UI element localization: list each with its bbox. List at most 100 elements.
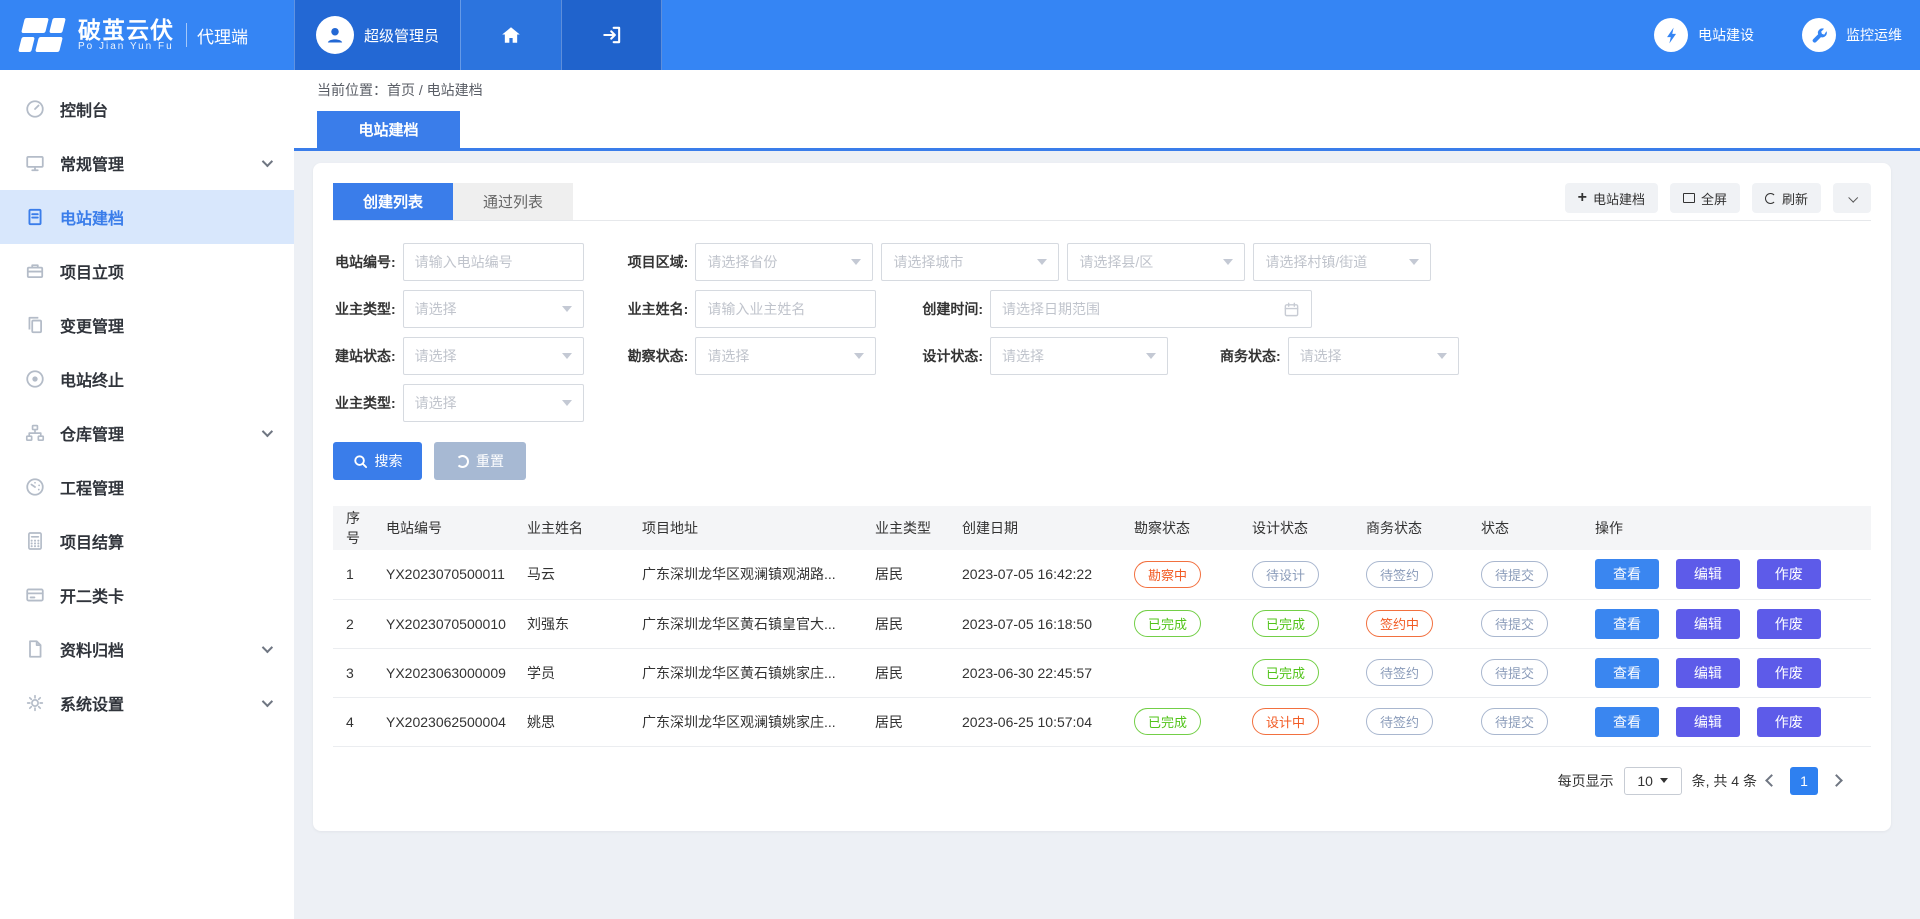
prev-page-button[interactable] bbox=[1765, 774, 1778, 787]
table-row: 4 YX2023062500004 姚思 广东深圳龙华区观澜镇姚家庄... 居民… bbox=[333, 697, 1871, 746]
void-button[interactable]: 作废 bbox=[1757, 707, 1821, 737]
void-button[interactable]: 作废 bbox=[1757, 609, 1821, 639]
portal-label: 代理端 bbox=[186, 23, 248, 48]
table-row: 2 YX2023070500010 刘强东 广东深圳龙华区黄石镇皇官大... 居… bbox=[333, 599, 1871, 648]
collapse-button[interactable] bbox=[1833, 183, 1871, 213]
home-button[interactable] bbox=[460, 0, 561, 70]
target-icon bbox=[24, 368, 46, 390]
survey-status-badge: 勘察中 bbox=[1134, 561, 1201, 588]
create-station-button[interactable]: + 电站建档 bbox=[1565, 183, 1658, 213]
business-status-badge: 待签约 bbox=[1366, 561, 1433, 588]
survey-status-select[interactable]: 请选择 bbox=[695, 337, 876, 375]
sidebar-item-warehouse[interactable]: 仓库管理 bbox=[0, 406, 294, 460]
caret-down-icon bbox=[562, 306, 572, 317]
owner-type-select[interactable]: 请选择 bbox=[403, 290, 584, 328]
search-button[interactable]: 搜索 bbox=[333, 442, 422, 480]
chevron-down-icon bbox=[1848, 192, 1858, 202]
owner-type2-select[interactable]: 请选择 bbox=[403, 384, 584, 422]
view-button[interactable]: 查看 bbox=[1595, 658, 1659, 688]
reset-icon bbox=[456, 455, 469, 468]
breadcrumb: 当前位置：首页 / 电站建档 bbox=[294, 70, 1920, 110]
edit-button[interactable]: 编辑 bbox=[1676, 658, 1740, 688]
logo: 破茧云伏 Po Jian Yun Fu 代理端 bbox=[0, 0, 294, 70]
view-button[interactable]: 查看 bbox=[1595, 707, 1659, 737]
page-number-1[interactable]: 1 bbox=[1790, 767, 1818, 795]
void-button[interactable]: 作废 bbox=[1757, 559, 1821, 589]
sidebar-item-settings[interactable]: 系统设置 bbox=[0, 676, 294, 730]
col-date: 创建日期 bbox=[949, 506, 1121, 550]
caret-down-icon bbox=[1037, 259, 1047, 270]
edit-button[interactable]: 编辑 bbox=[1676, 559, 1740, 589]
station-no-input[interactable] bbox=[403, 243, 584, 281]
sidebar-item-settlement[interactable]: 项目结算 bbox=[0, 514, 294, 568]
fullscreen-button[interactable]: 全屏 bbox=[1670, 183, 1740, 213]
total-label: 条, 共 4 条 bbox=[1692, 771, 1757, 791]
date-range-picker[interactable]: 请选择日期范围 bbox=[990, 290, 1312, 328]
col-address: 项目地址 bbox=[629, 506, 862, 550]
quick-link-build-label: 电站建设 bbox=[1698, 25, 1754, 45]
quick-link-build[interactable]: 电站建设 bbox=[1654, 0, 1754, 70]
filter-label-create-time: 创建时间: bbox=[922, 299, 983, 319]
design-status-badge: 已完成 bbox=[1252, 659, 1319, 686]
province-select[interactable]: 请选择省份 bbox=[695, 243, 873, 281]
sidebar-item-card[interactable]: 开二类卡 bbox=[0, 568, 294, 622]
page-size-select[interactable]: 10 bbox=[1624, 767, 1682, 795]
design-status-select[interactable]: 请选择 bbox=[990, 337, 1168, 375]
logout-icon bbox=[601, 24, 623, 46]
page-tab-station-archive[interactable]: 电站建档 bbox=[317, 111, 460, 148]
quick-link-ops[interactable]: 监控运维 bbox=[1802, 0, 1902, 70]
user-icon bbox=[324, 24, 346, 46]
sidebar-item-station-archive[interactable]: 电站建档 bbox=[0, 190, 294, 244]
chevron-down-icon bbox=[262, 426, 273, 437]
owner-name-input[interactable] bbox=[695, 290, 876, 328]
edit-button[interactable]: 编辑 bbox=[1676, 609, 1740, 639]
sidebar: 控制台 常规管理 电站建档 项目立项 变更管理 电站终止 仓库管理 工程管理 项… bbox=[0, 70, 294, 919]
next-page-button[interactable] bbox=[1830, 774, 1843, 787]
status-badge: 待提交 bbox=[1481, 610, 1548, 637]
sidebar-item-general[interactable]: 常规管理 bbox=[0, 136, 294, 190]
filter-label-survey-status: 勘察状态: bbox=[628, 346, 689, 366]
view-button[interactable]: 查看 bbox=[1595, 559, 1659, 589]
search-icon bbox=[353, 454, 368, 469]
filter-label-station-no: 电站编号: bbox=[335, 252, 396, 272]
user-menu[interactable]: 超级管理员 bbox=[294, 0, 460, 70]
void-button[interactable]: 作废 bbox=[1757, 658, 1821, 688]
filter-label-owner-type: 业主类型: bbox=[335, 299, 396, 319]
sidebar-item-project-initiation[interactable]: 项目立项 bbox=[0, 244, 294, 298]
business-status-select[interactable]: 请选择 bbox=[1288, 337, 1459, 375]
business-status-badge: 签约中 bbox=[1366, 610, 1433, 637]
pagination: 每页显示 10 条, 共 4 条 1 bbox=[333, 767, 1841, 795]
sidebar-item-archive[interactable]: 资料归档 bbox=[0, 622, 294, 676]
edit-button[interactable]: 编辑 bbox=[1676, 707, 1740, 737]
city-select[interactable]: 请选择城市 bbox=[881, 243, 1059, 281]
caret-down-icon bbox=[1660, 778, 1668, 787]
logout-button[interactable] bbox=[561, 0, 662, 70]
calendar-icon bbox=[1283, 301, 1300, 318]
status-badge: 待提交 bbox=[1481, 659, 1548, 686]
sidebar-item-engineering[interactable]: 工程管理 bbox=[0, 460, 294, 514]
chevron-down-icon bbox=[262, 696, 273, 707]
reset-button[interactable]: 重置 bbox=[434, 442, 526, 480]
tab-passed-list[interactable]: 通过列表 bbox=[453, 183, 573, 220]
refresh-button[interactable]: 刷新 bbox=[1752, 183, 1821, 213]
dashboard-icon bbox=[24, 98, 46, 120]
col-actions: 操作 bbox=[1582, 506, 1871, 550]
sidebar-item-console[interactable]: 控制台 bbox=[0, 82, 294, 136]
sidebar-item-station-termination[interactable]: 电站终止 bbox=[0, 352, 294, 406]
logo-subtitle: Po Jian Yun Fu bbox=[78, 42, 174, 53]
home-icon bbox=[500, 24, 522, 46]
chevron-down-icon bbox=[262, 156, 273, 167]
town-select[interactable]: 请选择村镇/街道 bbox=[1253, 243, 1431, 281]
view-button[interactable]: 查看 bbox=[1595, 609, 1659, 639]
build-status-select[interactable]: 请选择 bbox=[403, 337, 584, 375]
design-status-badge: 设计中 bbox=[1252, 708, 1319, 735]
county-select[interactable]: 请选择县/区 bbox=[1067, 243, 1245, 281]
col-business: 商务状态 bbox=[1353, 506, 1468, 550]
table-row: 1 YX2023070500011 马云 广东深圳龙华区观澜镇观湖路... 居民… bbox=[333, 550, 1871, 599]
caret-down-icon bbox=[1146, 353, 1156, 364]
tab-create-list[interactable]: 创建列表 bbox=[333, 183, 453, 220]
col-no: 序号 bbox=[333, 506, 373, 550]
survey-status-badge: 已完成 bbox=[1134, 708, 1201, 735]
sidebar-item-change-mgmt[interactable]: 变更管理 bbox=[0, 298, 294, 352]
table-row: 3 YX2023063000009 学员 广东深圳龙华区黄石镇姚家庄... 居民… bbox=[333, 648, 1871, 697]
